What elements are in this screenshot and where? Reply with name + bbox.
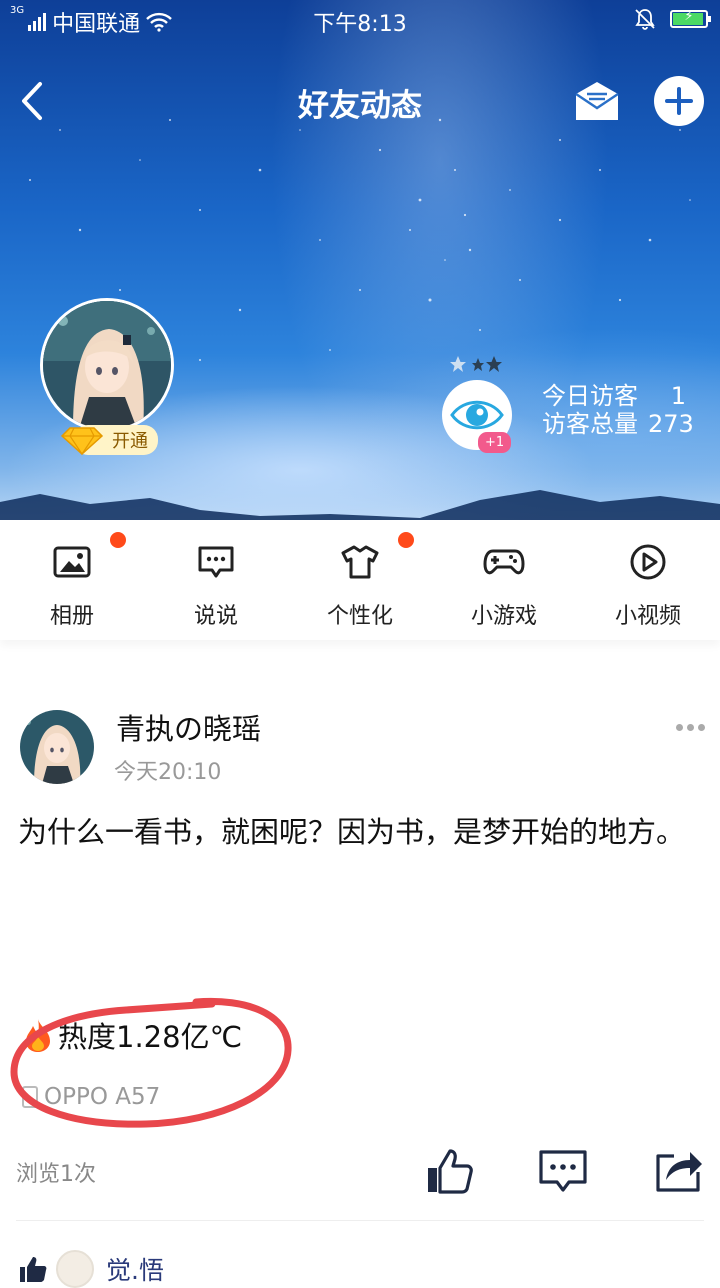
post-device: OPPO A57 [22, 1084, 160, 1110]
anime-girl-avatar-image [20, 710, 94, 784]
liker-name[interactable]: 觉.悟 [106, 1251, 164, 1287]
liker-avatar[interactable] [56, 1250, 94, 1288]
like-thumb-icon[interactable] [424, 1146, 474, 1196]
menu-item-games[interactable]: 小游戏 [432, 520, 576, 640]
menu-label-posts: 说说 [193, 604, 238, 629]
status-time: 下午8:13 [313, 12, 407, 37]
menu-label-personalize: 个性化 [326, 604, 393, 629]
comment-icon[interactable] [538, 1146, 588, 1196]
fire-icon [26, 1019, 50, 1052]
status-right: ⚡ [634, 8, 711, 30]
likers-row[interactable]: 觉.悟 [18, 1250, 164, 1288]
mountain-silhouette [0, 490, 720, 520]
feature-menu: 相册 说说 个性化 小游戏 小视频 [0, 520, 720, 640]
profile-avatar[interactable] [40, 298, 174, 432]
post-content: 为什么一看书，就困呢？因为书，是梦开始的地方。 [18, 815, 686, 849]
visitors-total-label: 访客总量 [542, 410, 638, 438]
gamepad-icon [483, 549, 525, 575]
message-mail-icon[interactable] [572, 76, 622, 126]
post-author-avatar[interactable] [20, 710, 94, 784]
play-video-icon [630, 544, 666, 580]
diamond-icon [60, 427, 104, 456]
post-author-name[interactable]: 青执の晓瑶 [116, 706, 261, 748]
menu-label-videos: 小视频 [614, 604, 681, 629]
vip-open-badge[interactable]: 开通 [60, 424, 158, 456]
visitor-stars-decoration [450, 356, 502, 372]
personalize-notification-dot [398, 532, 414, 548]
more-options-icon[interactable] [676, 724, 705, 731]
new-visitor-badge: +1 [478, 432, 512, 453]
add-button[interactable] [654, 76, 704, 126]
tshirt-icon [341, 545, 379, 579]
charging-bolt-icon: ⚡ [684, 9, 694, 24]
visitors-today-label: 今日访客 [542, 382, 638, 410]
menu-item-personalize[interactable]: 个性化 [288, 520, 432, 640]
menu-item-album[interactable]: 相册 [0, 520, 144, 640]
visitors-today-row: 今日访客 1 [542, 382, 694, 410]
share-icon[interactable] [654, 1146, 704, 1196]
menu-label-album: 相册 [49, 604, 94, 629]
device-name: OPPO A57 [44, 1084, 161, 1110]
post-heat: 热度1.28亿℃ [22, 1014, 242, 1056]
menu-label-games: 小游戏 [470, 604, 537, 629]
phone-icon [22, 1086, 38, 1108]
anime-girl-avatar-image [43, 301, 171, 429]
photo-album-icon [53, 546, 91, 578]
post-divider [16, 1220, 704, 1221]
chat-bubble-icon [198, 546, 234, 578]
menu-item-posts[interactable]: 说说 [144, 520, 288, 640]
status-bar: 3G 中国联通 下午8:13 ⚡ [0, 0, 720, 40]
visitors-total-value: 273 [648, 410, 694, 438]
plus-icon [665, 87, 693, 115]
menu-item-videos[interactable]: 小视频 [576, 520, 720, 640]
visitors-today-value: 1 [670, 382, 686, 410]
album-notification-dot [110, 532, 126, 548]
visitors-total-row: 访客总量 273 [542, 410, 694, 438]
battery-icon: ⚡ [670, 9, 711, 28]
muted-bell-icon [635, 9, 655, 30]
visitor-stats[interactable]: 今日访客 1 访客总量 273 [542, 382, 694, 438]
heat-value: 热度1.28亿℃ [58, 1020, 243, 1054]
post-time: 今天20:10 [114, 760, 222, 785]
view-count: 浏览1次 [16, 1162, 96, 1187]
nav-bar: 好友动态 [0, 56, 720, 146]
